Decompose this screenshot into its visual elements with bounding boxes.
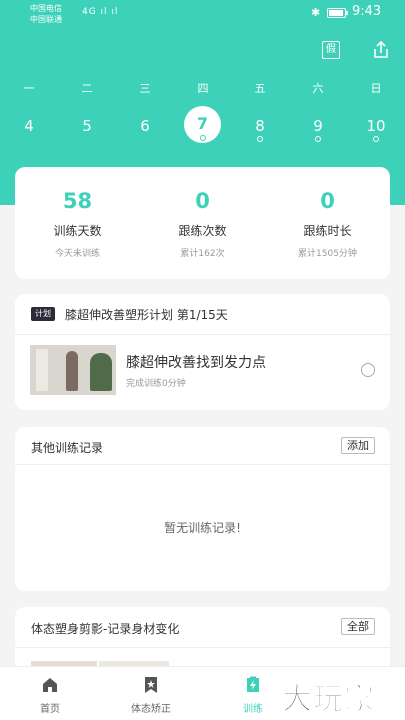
- lesson-sub: 完成训练0分钟: [126, 379, 186, 389]
- battery-fill: [329, 10, 343, 16]
- signal-icon: 4G ıl ıl: [82, 7, 119, 17]
- week-label-mon: 一: [23, 82, 35, 95]
- plan-tag: 计划: [31, 307, 55, 321]
- status-bar: 中国电信 中国联通 4G ıl ıl ✱ 9:43: [0, 0, 405, 30]
- all-button[interactable]: 全部: [341, 618, 375, 635]
- week-label-fri: 五: [254, 82, 266, 95]
- battery-icon: [327, 8, 348, 18]
- share-icon[interactable]: [371, 40, 391, 60]
- body-shape-title: 体态塑身剪影-记录身材变化: [31, 622, 180, 636]
- day-item[interactable]: 8: [245, 117, 275, 135]
- home-icon: [43, 678, 57, 692]
- status-time: 9:43: [352, 4, 382, 19]
- add-button[interactable]: 添加: [341, 437, 375, 454]
- bookmark-icon: [145, 677, 157, 693]
- tab-label: 体态矫正: [131, 704, 171, 715]
- other-records-title: 其他训练记录: [31, 441, 104, 455]
- week-label-tue: 二: [81, 82, 93, 95]
- day-item[interactable]: 10: [361, 117, 391, 135]
- stats-card: 58 训练天数 今天未训练 0 跟练次数 累计162次 0 跟练时长 累计150…: [15, 167, 390, 279]
- plan-title: 膝超伸改善塑形计划 第1/15天: [65, 308, 228, 322]
- leave-button[interactable]: 假: [322, 41, 340, 59]
- day-marker-dot: [200, 135, 206, 141]
- day-item[interactable]: 5: [72, 117, 102, 135]
- thumb-window: [36, 349, 48, 391]
- empty-records-text: 暂无训练记录!: [164, 521, 241, 535]
- thumb-plant: [90, 353, 112, 391]
- lesson-thumbnail[interactable]: [30, 345, 116, 395]
- week-label-wed: 三: [139, 82, 151, 95]
- bluetooth-icon: ✱: [311, 6, 321, 19]
- carrier-1: 中国电信: [30, 4, 62, 13]
- other-records-card: 其他训练记录 添加 暂无训练记录!: [15, 427, 390, 591]
- day-marker-dot: [373, 136, 379, 142]
- divider: [15, 464, 390, 465]
- training-icon: [247, 676, 259, 692]
- stat-label: 训练天数: [53, 224, 102, 238]
- stat-label: 跟练次数: [178, 224, 227, 238]
- week-label-sun: 日: [370, 82, 382, 95]
- carrier-2: 中国联通: [30, 15, 62, 24]
- week-label-thu: 四: [197, 82, 209, 95]
- day-item[interactable]: 4: [14, 117, 44, 135]
- day-item[interactable]: 9: [303, 117, 333, 135]
- stat-label: 跟练时长: [303, 224, 352, 238]
- tab-posture[interactable]: 体态矫正: [106, 667, 196, 720]
- lesson-title[interactable]: 膝超伸改善找到发力点: [126, 352, 266, 372]
- week-label-sat: 六: [312, 82, 324, 95]
- tab-home[interactable]: 首页: [5, 667, 95, 720]
- stat-sub: 今天未训练: [54, 249, 100, 259]
- stat-sub: 累计1505分钟: [298, 249, 357, 259]
- day-selected[interactable]: 7: [184, 114, 221, 133]
- stat-sub: 累计162次: [180, 249, 225, 259]
- watermark: 大玩家: [282, 682, 375, 718]
- thumb-person: [66, 351, 78, 391]
- stat-value: 0: [320, 189, 335, 213]
- stat-value: 0: [195, 189, 210, 213]
- plan-card[interactable]: 计划 膝超伸改善塑形计划 第1/15天 膝超伸改善找到发力点 完成训练0分钟: [15, 294, 390, 410]
- divider: [15, 334, 390, 335]
- divider: [15, 647, 390, 648]
- day-marker-dot: [315, 136, 321, 142]
- complete-radio[interactable]: [361, 363, 375, 377]
- day-marker-dot: [257, 136, 263, 142]
- day-item[interactable]: 6: [130, 117, 160, 135]
- tab-label: 首页: [40, 704, 60, 715]
- stat-value: 58: [62, 189, 93, 213]
